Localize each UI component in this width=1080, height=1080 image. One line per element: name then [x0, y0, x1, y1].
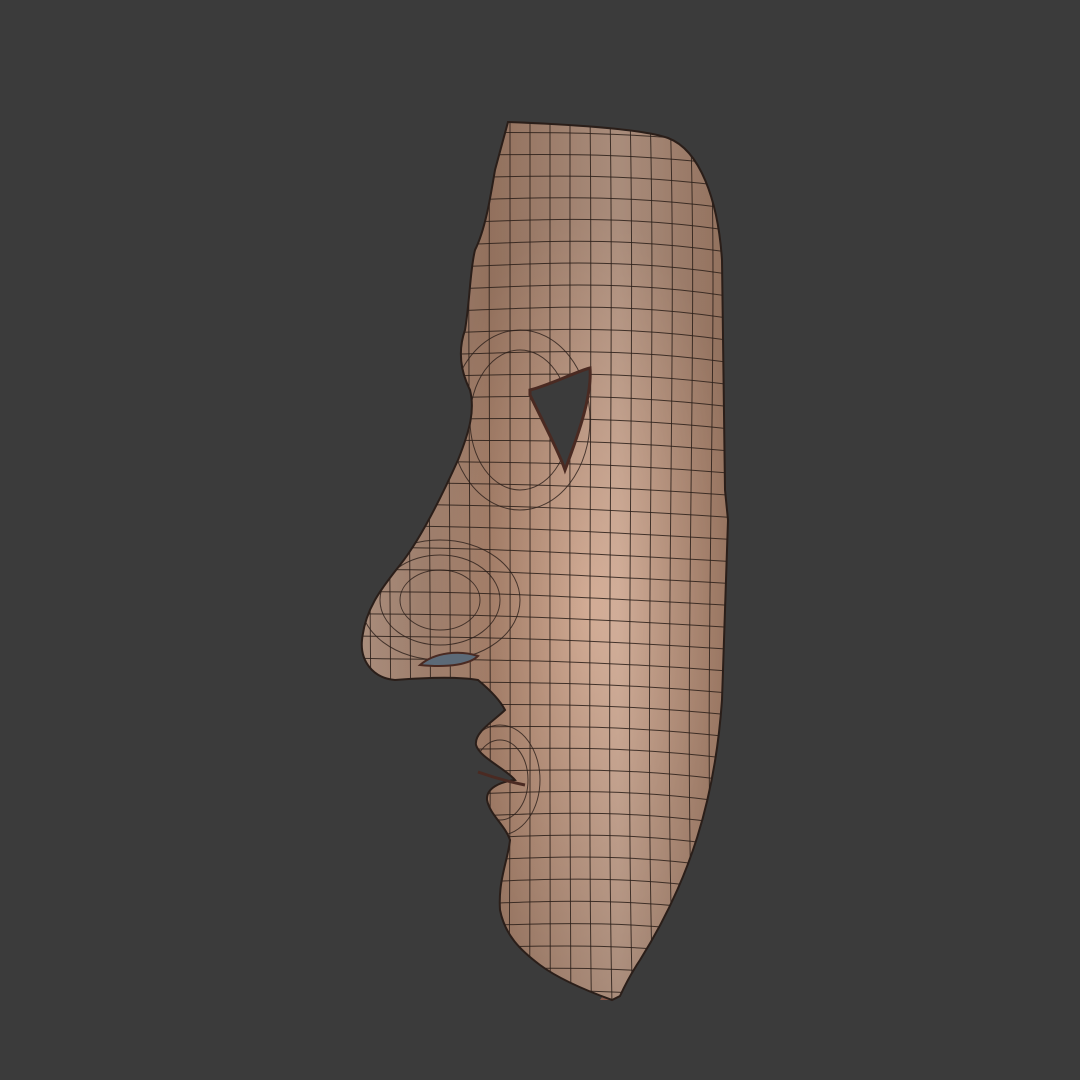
viewport	[0, 0, 1080, 1080]
scene-canvas	[0, 0, 1080, 1080]
